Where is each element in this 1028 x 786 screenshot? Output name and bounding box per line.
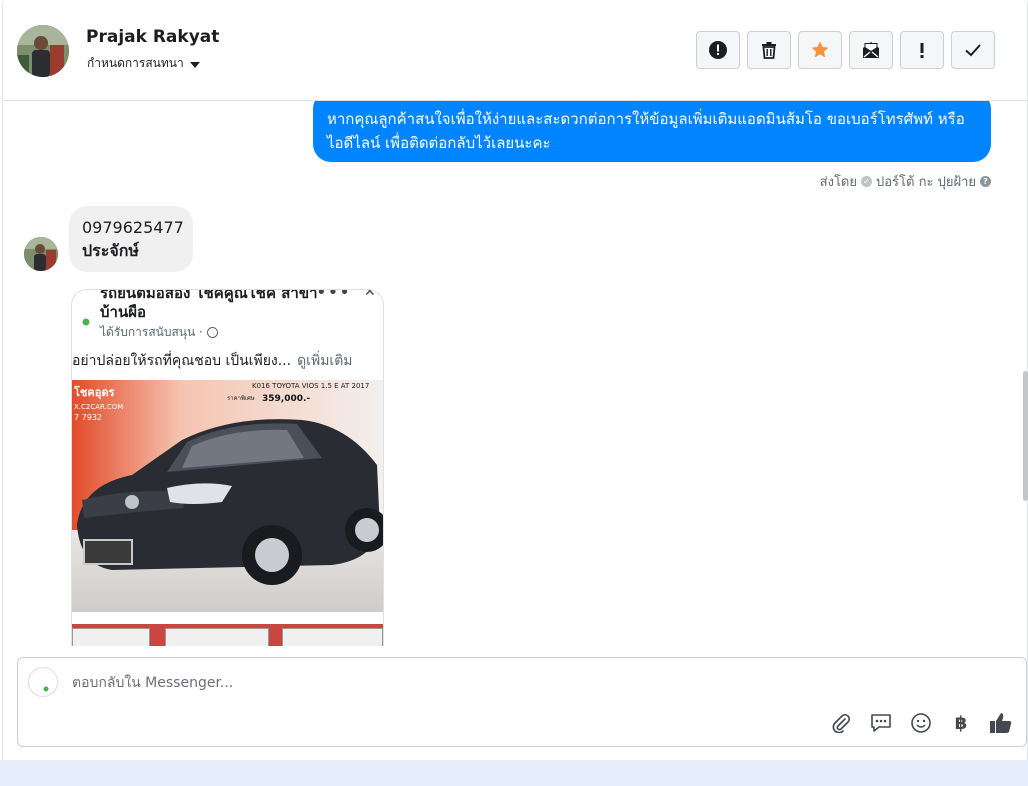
car-photo[interactable]: โชคอุดร X.C2CAR.COM 7 7932 K016 TOYOTA V… <box>72 380 383 612</box>
scroll-thumb[interactable] <box>1023 371 1028 501</box>
ad-price: 359,000.- <box>262 394 310 404</box>
check-icon <box>965 44 981 57</box>
report-spam-button[interactable] <box>696 31 740 69</box>
inbox-panel: Prajak Rakyat กำหนดการสนทนา หากคุณลูกค้า… <box>2 2 1028 760</box>
card-title: รถยนต์มือสอง โชคคูณโชค สาขาบ้านผือ <box>100 289 318 321</box>
contact-avatar-small[interactable] <box>24 237 58 271</box>
composer-actions: ฿ <box>828 710 1014 736</box>
emoji-icon[interactable] <box>908 710 934 736</box>
sent-by-prefix: ส่งโดย <box>819 175 857 190</box>
page-footer-strip <box>0 760 1028 786</box>
reply-composer: ฿ <box>17 657 1027 747</box>
conversation-header: Prajak Rakyat กำหนดการสนทนา <box>3 2 1027 101</box>
outgoing-message-text: หากคุณลูกค้าสนใจเพื่อให้ง่ายและสะดวกต่อก… <box>327 110 965 152</box>
exclamation-icon <box>920 43 924 58</box>
thread-scrollbar[interactable] <box>1023 101 1028 646</box>
incoming-line-1: 0979625477 <box>82 218 184 237</box>
assign-label: กำหนดการสนทนา <box>87 56 184 70</box>
star-icon <box>811 41 829 58</box>
incoming-line-2: ประจักษ์ <box>82 241 139 260</box>
sent-by-name[interactable]: ปอร์โต้ กะ ปุยฝ้าย <box>876 171 976 192</box>
car-thumbnail[interactable] <box>165 628 269 646</box>
contact-avatar[interactable] <box>17 25 69 77</box>
ad-model-text: K016 TOYOTA VIOS 1.5 E AT 2017 <box>252 382 369 390</box>
sent-by-line: ส่งโดย ✓ ปอร์โต้ กะ ปุยฝ้าย ? <box>820 171 991 192</box>
follow-up-button[interactable] <box>900 31 944 69</box>
thumbs-up-icon[interactable] <box>988 710 1014 736</box>
assign-conversation-dropdown[interactable]: กำหนดการสนทนา <box>87 54 200 73</box>
mark-unread-button[interactable] <box>849 31 893 69</box>
contact-name: Prajak Rakyat <box>86 27 220 47</box>
conversation-toolbar <box>696 31 995 69</box>
envelope-icon <box>863 42 879 58</box>
car-thumbnail-strip <box>72 624 383 646</box>
car-thumbnail[interactable] <box>282 628 383 646</box>
star-button[interactable] <box>798 31 842 69</box>
reply-input[interactable] <box>70 669 674 697</box>
globe-icon <box>206 327 218 338</box>
car-thumbnail[interactable] <box>72 628 150 646</box>
ad-phone-text: 7 7932 <box>74 413 102 422</box>
page-logo-icon <box>72 296 90 326</box>
caret-down-icon <box>189 61 200 68</box>
more-options-icon[interactable]: ••• <box>316 290 351 303</box>
see-more-link[interactable]: ดูเพิ่มเติม <box>297 353 352 369</box>
ad-brand-text: โชคอุดร <box>73 385 114 400</box>
sponsored-label: ได้รับการสนับสนุน · <box>100 325 203 339</box>
alert-circle-icon <box>709 41 727 59</box>
baht-icon[interactable]: ฿ <box>948 710 974 736</box>
card-sponsored: ได้รับการสนับสนุน · <box>100 323 218 342</box>
shared-ad-card[interactable]: รถยนต์มือสอง โชคคูณโชค สาขาบ้านผือ ••• ✕… <box>71 289 384 646</box>
close-icon[interactable]: ✕ <box>364 290 376 300</box>
card-caption: อย่าปล่อยให้รถที่คุณชอบ เป็นเพียง... <box>72 353 292 369</box>
ad-price-label: ราคาพิเศษ <box>227 395 255 402</box>
incoming-message-bubble: 0979625477 ประจักษ์ <box>69 206 193 272</box>
trash-icon <box>762 42 776 59</box>
delete-button[interactable] <box>747 31 791 69</box>
message-thread[interactable]: หากคุณลูกค้าสนใจเพื่อให้ง่ายและสะดวกต่อก… <box>3 101 1021 646</box>
paperclip-icon[interactable] <box>828 710 854 736</box>
page-avatar <box>28 667 58 697</box>
help-icon[interactable]: ? <box>980 176 991 187</box>
ad-site-text: X.C2CAR.COM <box>74 403 123 411</box>
outgoing-message-bubble: หากคุณลูกค้าสนใจเพื่อให้ง่ายและสะดวกต่อก… <box>313 101 991 162</box>
saved-reply-icon[interactable] <box>868 710 894 736</box>
agent-status-icon: ✓ <box>861 176 872 187</box>
card-text: อย่าปล่อยให้รถที่คุณชอบ เป็นเพียง... ดูเพ… <box>72 350 353 372</box>
mark-done-button[interactable] <box>951 31 995 69</box>
